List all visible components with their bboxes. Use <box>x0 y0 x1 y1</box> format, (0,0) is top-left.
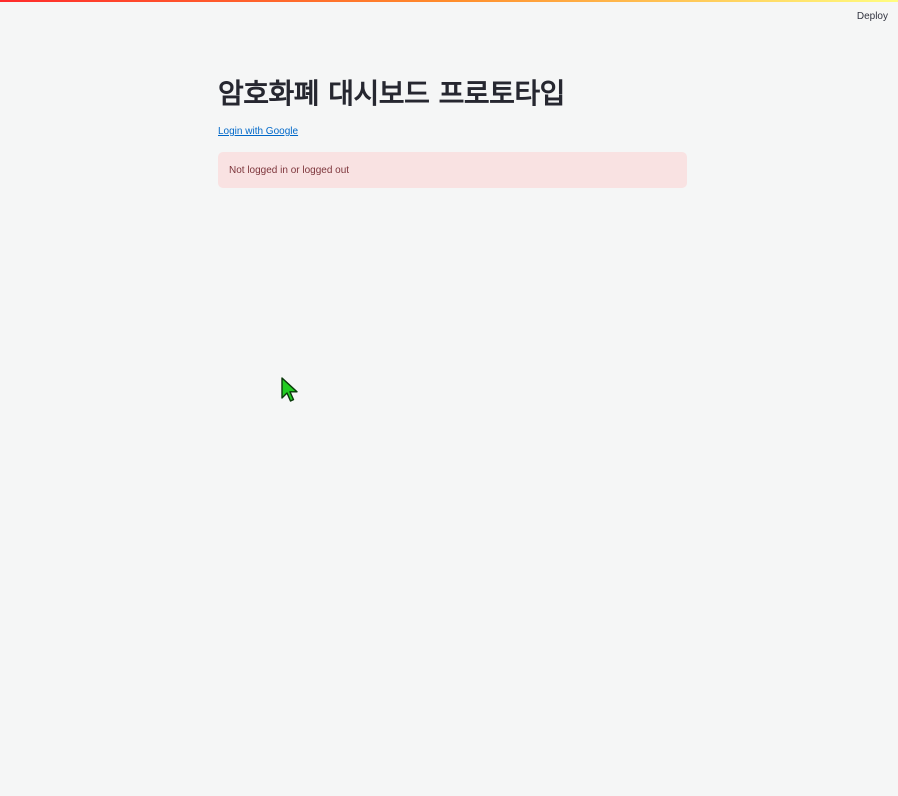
app-header: Deploy <box>0 2 898 32</box>
page-title: 암호화폐 대시보드 프로토타입 <box>218 77 565 110</box>
mouse-pointer-icon <box>281 377 298 402</box>
status-alert-text: Not logged in or logged out <box>229 164 350 176</box>
app-viewport: Deploy 암호화폐 대시보드 프로토타입 Login with Google… <box>0 0 898 796</box>
deploy-button[interactable]: Deploy <box>855 8 890 26</box>
main-content: 암호화폐 대시보드 프로토타입 Login with Google Not lo… <box>218 72 687 188</box>
status-alert: Not logged in or logged out <box>218 152 687 188</box>
login-with-google-link[interactable]: Login with Google <box>218 124 298 140</box>
